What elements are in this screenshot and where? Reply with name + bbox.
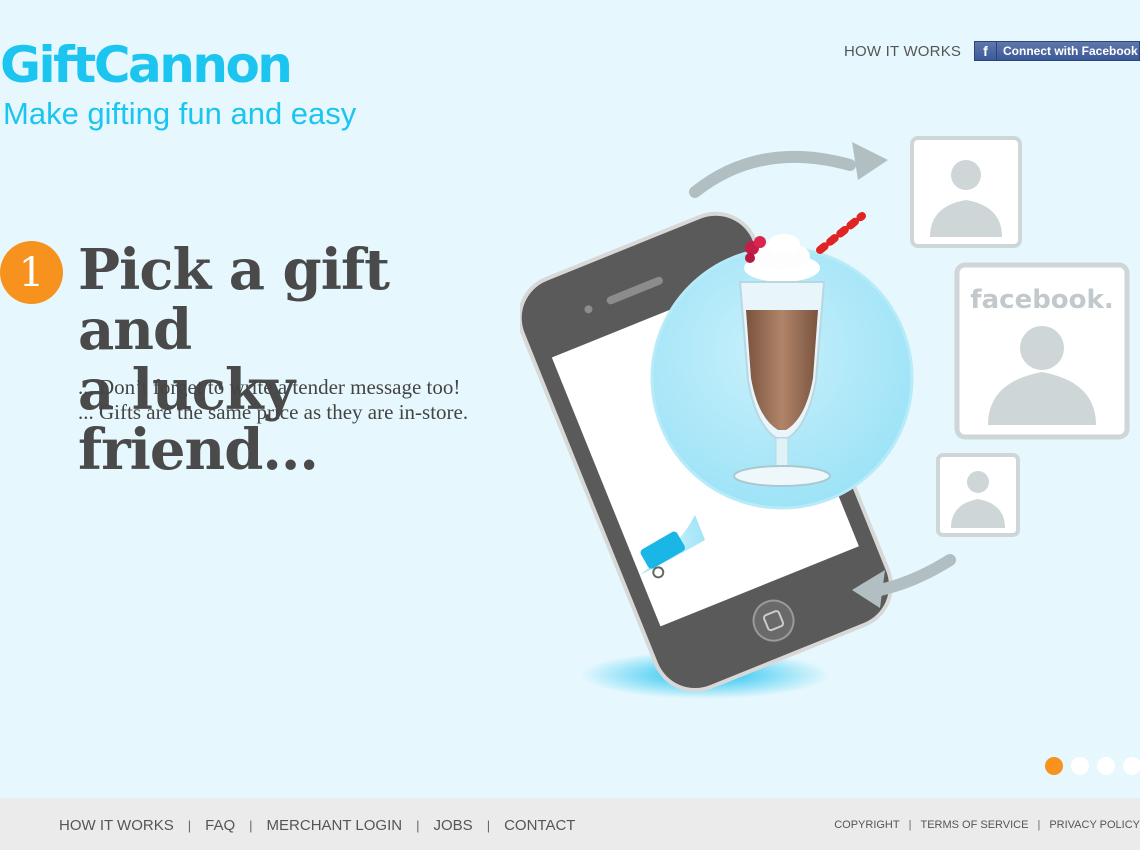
footer-separator: | [486, 818, 491, 833]
carousel-dot-2[interactable] [1071, 757, 1089, 775]
headline-line-1: Pick a gift and [78, 237, 390, 363]
carousel-dot-4[interactable] [1123, 757, 1140, 775]
tagline: Make gifting fun and easy [3, 96, 357, 131]
hero-subline-price: ... Gifts are the same price as they are… [78, 400, 469, 424]
footer-nav: HOW IT WORKS | FAQ | MERCHANT LOGIN | JO… [59, 817, 575, 834]
footer-link-copyright[interactable]: COPYRIGHT [834, 819, 899, 831]
facebook-button-label: Connect with Facebook [1003, 44, 1138, 58]
footer-legal: COPYRIGHT | TERMS OF SERVICE | PRIVACY P… [834, 819, 1140, 831]
connect-with-facebook-button[interactable]: f Connect with Facebook [974, 41, 1140, 61]
footer-link-privacy-policy[interactable]: PRIVACY POLICY [1049, 819, 1140, 831]
footer-separator: | [187, 818, 192, 833]
logo[interactable]: GiftCannon [0, 36, 293, 94]
step-number-badge: 1 [0, 241, 63, 304]
footer-link-how-it-works[interactable]: HOW IT WORKS [59, 817, 174, 834]
facebook-profile-icon: facebook. [954, 262, 1130, 440]
friend-avatar-small-icon [936, 453, 1020, 537]
footer-separator: | [908, 819, 912, 831]
footer-link-terms-of-service[interactable]: TERMS OF SERVICE [920, 819, 1028, 831]
footer-link-contact[interactable]: CONTACT [504, 817, 575, 834]
carousel-dot-1[interactable] [1045, 757, 1063, 775]
carousel-dot-3[interactable] [1097, 757, 1115, 775]
top-arrow-icon [689, 150, 856, 198]
facebook-icon: f [975, 42, 997, 60]
footer-link-faq[interactable]: FAQ [205, 817, 235, 834]
footer-separator: | [249, 818, 253, 833]
hero-headline: Pick a gift and a lucky friend... [78, 240, 518, 480]
footer-separator: | [416, 818, 420, 833]
footer-separator: | [1037, 819, 1041, 831]
footer-link-merchant-login[interactable]: MERCHANT LOGIN [267, 817, 403, 834]
footer-link-jobs[interactable]: JOBS [434, 817, 473, 834]
carousel-dots [1045, 757, 1140, 775]
facebook-wordmark: facebook. [970, 285, 1113, 315]
how-it-works-link[interactable]: HOW IT WORKS [844, 43, 961, 60]
gift-illustration: facebook. [520, 136, 1130, 699]
hero-subline-message: ... Don’t forget to write a tender messa… [78, 375, 461, 399]
footer: HOW IT WORKS | FAQ | MERCHANT LOGIN | JO… [0, 798, 1140, 850]
friend-avatar-icon [910, 136, 1022, 248]
